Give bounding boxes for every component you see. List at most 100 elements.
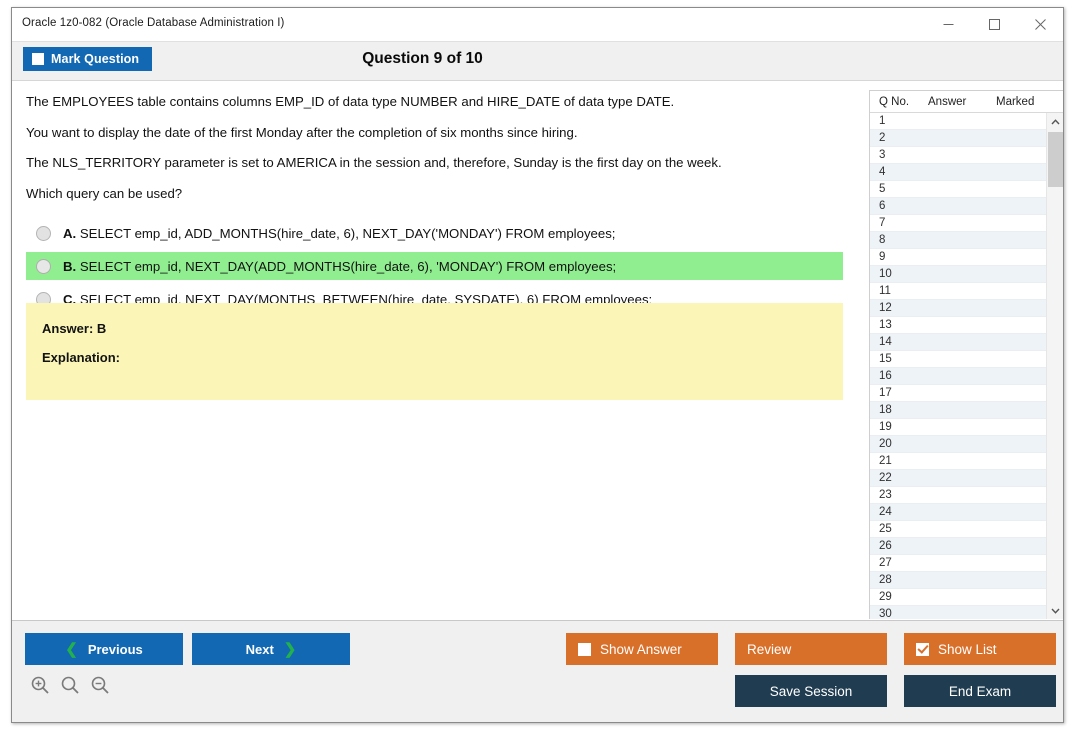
save-session-button[interactable]: Save Session <box>735 675 887 707</box>
question-list-row-number: 30 <box>870 608 928 619</box>
zoom-in-icon <box>30 675 50 695</box>
zoom-in-button[interactable] <box>30 675 50 700</box>
question-list-row[interactable]: 8 <box>870 232 1047 249</box>
question-list-row-number: 23 <box>870 489 928 501</box>
question-list-row[interactable]: 1 <box>870 113 1047 130</box>
question-list-row[interactable]: 2 <box>870 130 1047 147</box>
question-list-row-number: 22 <box>870 472 928 484</box>
question-stem-line: Which query can be used? <box>26 186 843 203</box>
question-list-row-number: 2 <box>870 132 928 144</box>
question-list-row-number: 5 <box>870 183 928 195</box>
show-answer-checkbox-icon[interactable] <box>578 643 591 656</box>
show-answer-label: Show Answer <box>600 642 682 657</box>
zoom-out-button[interactable] <box>90 675 110 700</box>
window-title: Oracle 1z0-082 (Oracle Database Administ… <box>22 17 285 29</box>
question-list-row-number: 9 <box>870 251 928 263</box>
question-list-row[interactable]: 23 <box>870 487 1047 504</box>
window-titlebar: Oracle 1z0-082 (Oracle Database Administ… <box>12 8 1063 42</box>
question-list-row-number: 18 <box>870 404 928 416</box>
question-list-row[interactable]: 7 <box>870 215 1047 232</box>
previous-button-label: Previous <box>88 642 143 657</box>
question-list-row[interactable]: 9 <box>870 249 1047 266</box>
question-list-row[interactable]: 24 <box>870 504 1047 521</box>
question-list-row[interactable]: 4 <box>870 164 1047 181</box>
question-list-row[interactable]: 6 <box>870 198 1047 215</box>
show-list-checkbox-icon[interactable] <box>916 643 929 656</box>
question-list-row[interactable]: 14 <box>870 334 1047 351</box>
question-list-row[interactable]: 3 <box>870 147 1047 164</box>
question-list-row[interactable]: 20 <box>870 436 1047 453</box>
chevron-right-icon: ❯ <box>284 642 297 657</box>
question-list-row[interactable]: 28 <box>870 572 1047 589</box>
question-list-row[interactable]: 15 <box>870 351 1047 368</box>
question-list-row-number: 21 <box>870 455 928 467</box>
question-header-bar: Mark Question Question 9 of 10 <box>12 42 1063 81</box>
question-list-row[interactable]: 13 <box>870 317 1047 334</box>
question-list-row-number: 25 <box>870 523 928 535</box>
zoom-reset-button[interactable] <box>60 675 80 700</box>
scroll-up-button[interactable] <box>1047 113 1063 130</box>
zoom-out-icon <box>90 675 110 695</box>
review-dropdown-button[interactable]: Review <box>735 633 887 665</box>
question-list-row-number: 4 <box>870 166 928 178</box>
scroll-down-button[interactable] <box>1047 602 1063 619</box>
question-list-row[interactable]: 18 <box>870 402 1047 419</box>
question-list-scrollbar[interactable] <box>1046 113 1063 619</box>
review-label: Review <box>747 642 791 657</box>
column-header-answer: Answer <box>928 96 996 108</box>
question-list-row[interactable]: 12 <box>870 300 1047 317</box>
zoom-controls <box>30 675 110 700</box>
question-list-row[interactable]: 21 <box>870 453 1047 470</box>
question-list-row-number: 6 <box>870 200 928 212</box>
radio-icon-b[interactable] <box>36 259 51 274</box>
question-list-row-number: 19 <box>870 421 928 433</box>
question-list-row-number: 14 <box>870 336 928 348</box>
radio-icon-a[interactable] <box>36 226 51 241</box>
close-button[interactable] <box>1017 8 1063 41</box>
question-list-row-number: 7 <box>870 217 928 229</box>
question-list-row[interactable]: 11 <box>870 283 1047 300</box>
answer-option-b[interactable]: B. SELECT emp_id, NEXT_DAY(ADD_MONTHS(hi… <box>26 252 843 280</box>
question-list-row[interactable]: 10 <box>870 266 1047 283</box>
question-list-row[interactable]: 19 <box>870 419 1047 436</box>
chevron-up-icon <box>1051 119 1060 125</box>
scrollbar-thumb[interactable] <box>1048 132 1063 187</box>
chevron-down-icon <box>1051 608 1060 614</box>
question-list-row-number: 12 <box>870 302 928 314</box>
page-title: Question 9 of 10 <box>12 50 1063 68</box>
previous-button[interactable]: ❮ Previous <box>25 633 183 665</box>
question-list-row[interactable]: 29 <box>870 589 1047 606</box>
question-list-row-number: 27 <box>870 557 928 569</box>
answer-line: Answer: B <box>42 321 843 336</box>
question-list-row-number: 15 <box>870 353 928 365</box>
question-list-rows: 1234567891011121314151617181920212223242… <box>870 113 1047 619</box>
question-list-row[interactable]: 30 <box>870 606 1047 619</box>
question-list-row[interactable]: 27 <box>870 555 1047 572</box>
question-list-row-number: 8 <box>870 234 928 246</box>
question-list-body: 1234567891011121314151617181920212223242… <box>870 113 1063 619</box>
question-list-row-number: 17 <box>870 387 928 399</box>
question-list-row[interactable]: 22 <box>870 470 1047 487</box>
show-answer-button[interactable]: Show Answer <box>566 633 718 665</box>
question-list-row[interactable]: 17 <box>870 385 1047 402</box>
question-list-row[interactable]: 25 <box>870 521 1047 538</box>
maximize-button[interactable] <box>971 8 1017 41</box>
question-list-row-number: 11 <box>870 285 928 297</box>
question-list-row-number: 29 <box>870 591 928 603</box>
question-list-row[interactable]: 5 <box>870 181 1047 198</box>
minimize-button[interactable] <box>925 8 971 41</box>
question-list-row-number: 13 <box>870 319 928 331</box>
next-button-label: Next <box>246 642 274 657</box>
answer-option-a[interactable]: A. SELECT emp_id, ADD_MONTHS(hire_date, … <box>26 219 843 247</box>
question-list-row[interactable]: 26 <box>870 538 1047 555</box>
question-stem-line: The EMPLOYEES table contains columns EMP… <box>26 94 843 111</box>
close-icon <box>1035 19 1046 30</box>
question-list-row-number: 24 <box>870 506 928 518</box>
question-list-row[interactable]: 16 <box>870 368 1047 385</box>
answer-option-a-text: A. SELECT emp_id, ADD_MONTHS(hire_date, … <box>63 226 615 241</box>
end-exam-button[interactable]: End Exam <box>904 675 1056 707</box>
show-list-button[interactable]: Show List <box>904 633 1056 665</box>
answer-option-b-text: B. SELECT emp_id, NEXT_DAY(ADD_MONTHS(hi… <box>63 259 616 274</box>
minimize-icon <box>943 19 954 30</box>
next-button[interactable]: Next ❯ <box>192 633 350 665</box>
